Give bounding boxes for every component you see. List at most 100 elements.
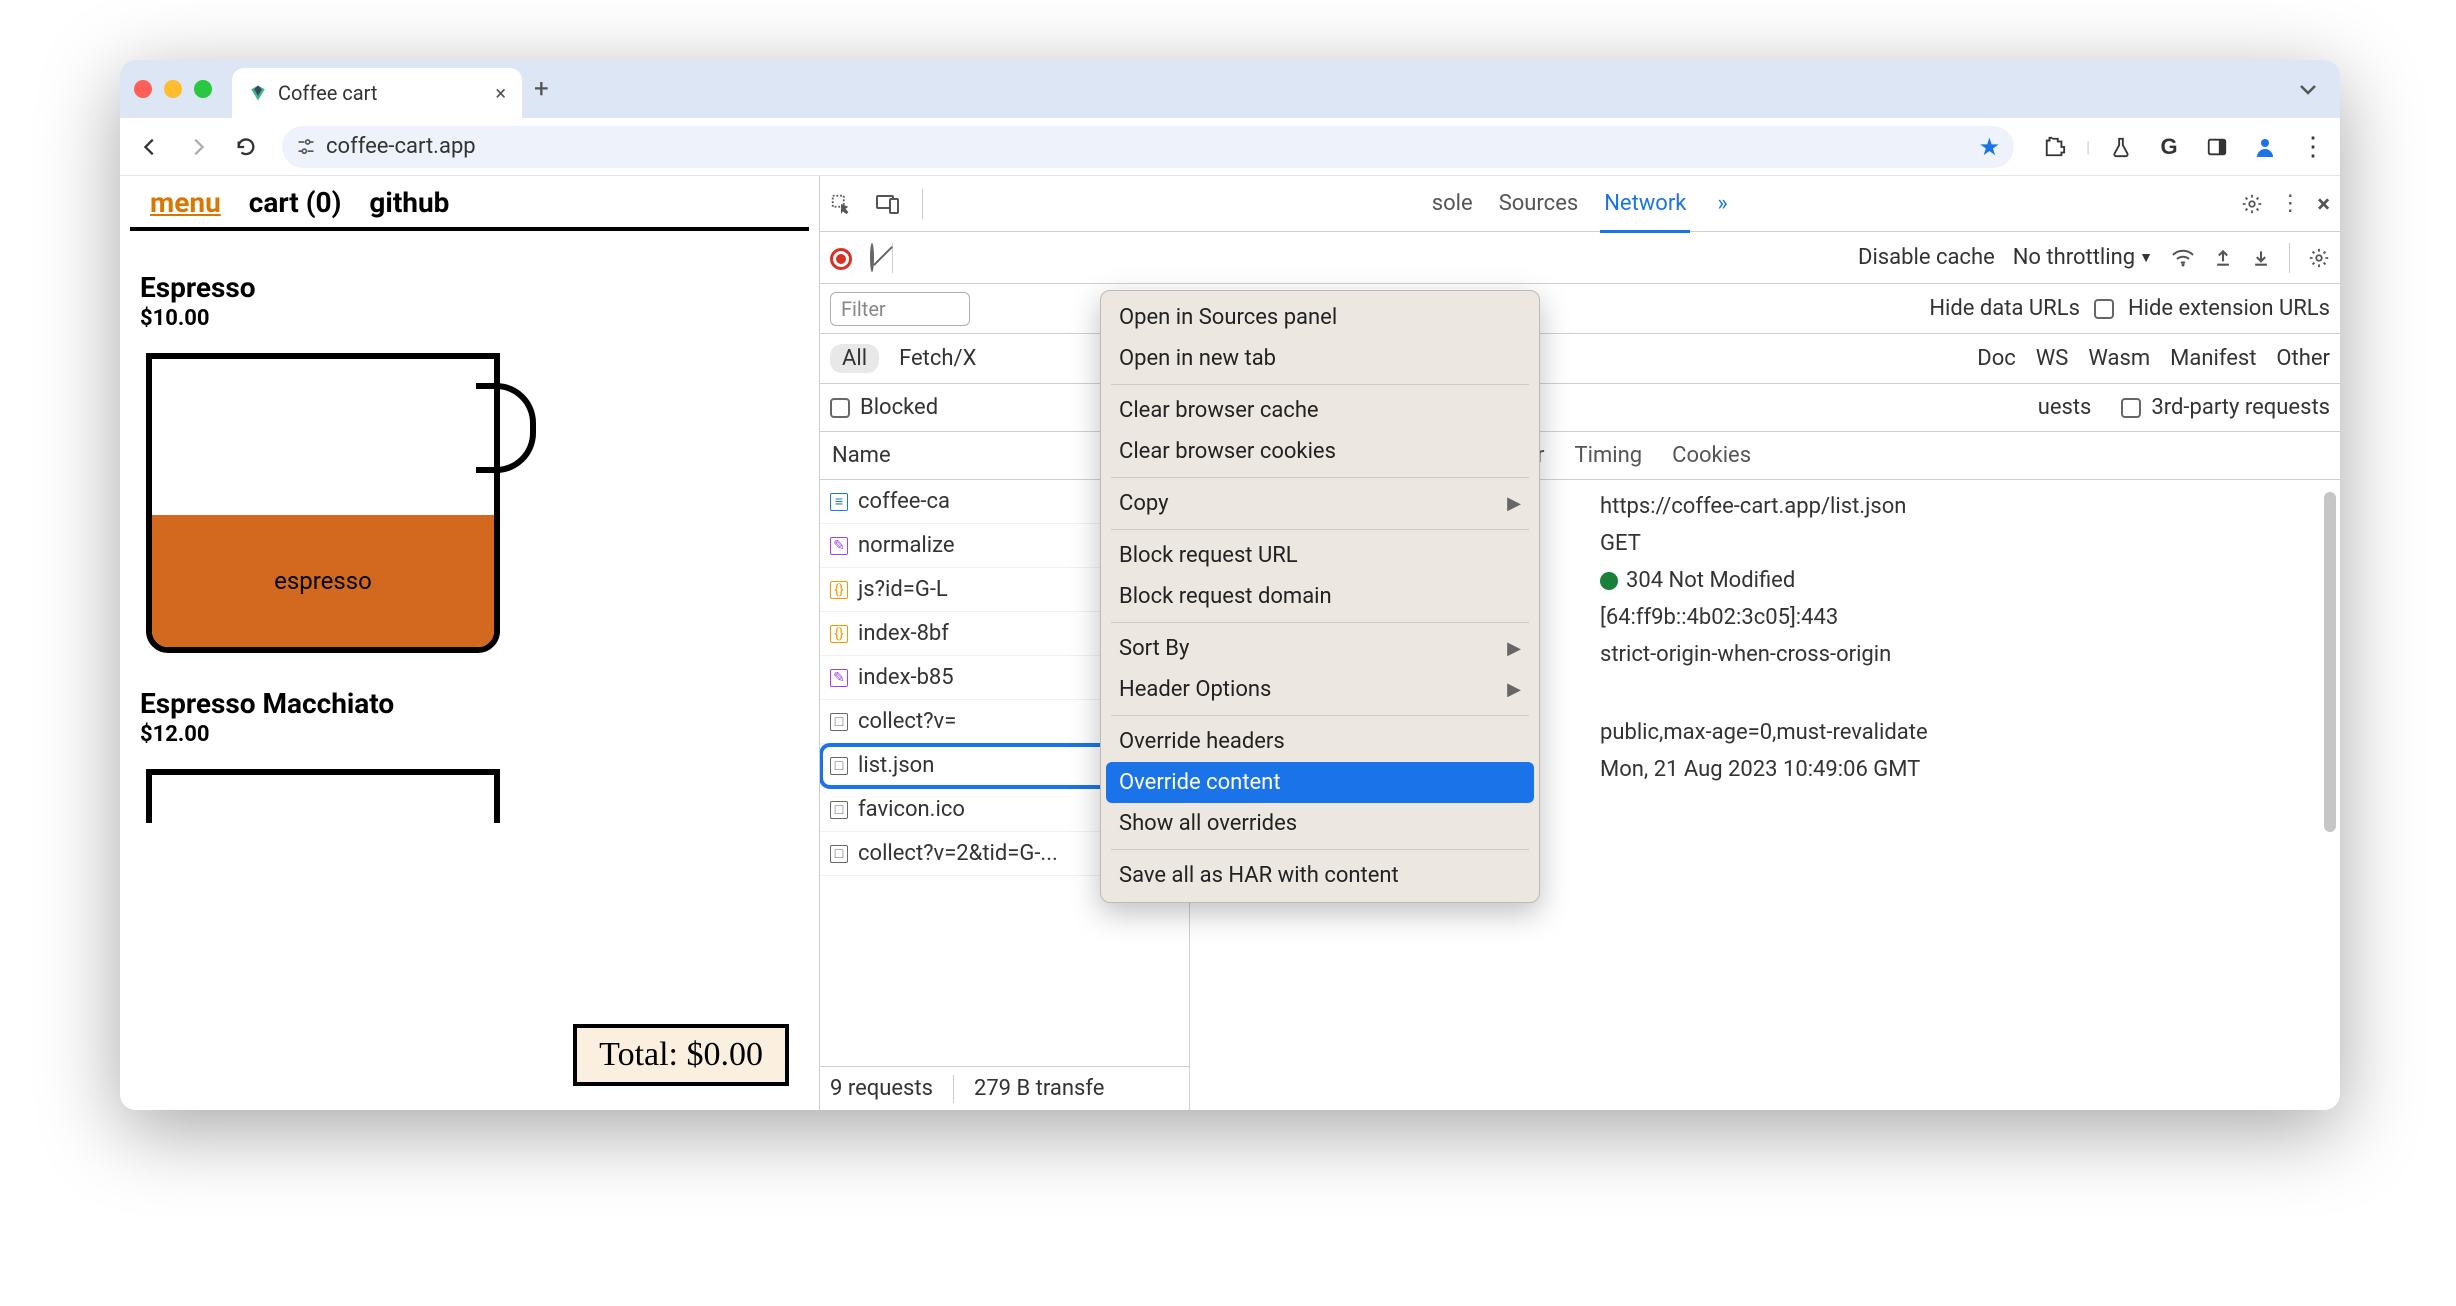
close-devtools-button[interactable]: × xyxy=(2317,190,2330,218)
maximize-window-button[interactable] xyxy=(194,80,212,98)
date-value: Mon, 21 Aug 2023 10:49:06 GMT xyxy=(1600,757,2328,782)
request-url-value: https://coffee-cart.app/list.json xyxy=(1600,494,2328,519)
chevron-right-icon: ▶ xyxy=(1507,679,1521,700)
filter-fetch[interactable]: Fetch/X xyxy=(899,346,976,371)
ctx-block-url[interactable]: Block request URL xyxy=(1101,535,1539,576)
device-toolbar-icon[interactable] xyxy=(876,194,904,214)
nav-cart-link[interactable]: cart (0) xyxy=(249,186,342,219)
scrollbar[interactable] xyxy=(2324,492,2336,832)
request-list-footer: 9 requests 279 B transfe xyxy=(820,1066,1189,1110)
network-toolbar: Disable cache No throttling ▼ xyxy=(820,232,2340,284)
browser-toolbar-icons: | G ⋮ xyxy=(2038,130,2330,164)
tab-cookies[interactable]: Cookies xyxy=(1672,443,1751,468)
filter-all[interactable]: All xyxy=(830,344,879,373)
site-settings-icon[interactable] xyxy=(296,137,316,157)
ctx-open-sources[interactable]: Open in Sources panel xyxy=(1101,297,1539,338)
side-panel-icon[interactable] xyxy=(2200,130,2234,164)
tab-search-button[interactable] xyxy=(2290,71,2326,107)
record-button[interactable] xyxy=(830,245,852,270)
ctx-override-content[interactable]: Override content xyxy=(1106,762,1534,803)
ctx-clear-cache[interactable]: Clear browser cache xyxy=(1101,390,1539,431)
uests-label: uests xyxy=(2038,395,2092,420)
tab-network[interactable]: Network xyxy=(1600,191,1690,233)
tab-console[interactable]: sole xyxy=(1428,191,1477,216)
inspect-icon[interactable] xyxy=(830,193,858,215)
page-body: Espresso $10.00 espresso Espresso Macchi… xyxy=(120,231,819,843)
hide-data-urls-label[interactable]: Hide data URLs xyxy=(1929,296,2080,321)
filter-other[interactable]: Other xyxy=(2276,346,2330,371)
url-bar-row: coffee-cart.app ★ | G ⋮ xyxy=(120,118,2340,176)
page-viewport: menu cart (0) github Espresso $10.00 esp… xyxy=(120,176,820,1110)
tab-timing[interactable]: Timing xyxy=(1575,443,1643,468)
tab-title: Coffee cart xyxy=(278,81,377,105)
filter-wasm[interactable]: Wasm xyxy=(2088,346,2150,371)
address-bar[interactable]: coffee-cart.app ★ xyxy=(282,126,2014,168)
third-party-label[interactable]: 3rd-party requests xyxy=(2151,395,2330,420)
minimize-window-button[interactable] xyxy=(164,80,182,98)
filter-doc[interactable]: Doc xyxy=(1977,346,2016,371)
blocked-label[interactable]: Blocked xyxy=(860,395,938,420)
ctx-clear-cookies[interactable]: Clear browser cookies xyxy=(1101,431,1539,472)
product-title: Espresso xyxy=(140,271,799,304)
devtools-kebab-icon[interactable]: ⋮ xyxy=(2279,191,2301,216)
ctx-save-har[interactable]: Save all as HAR with content xyxy=(1101,855,1539,896)
browser-tab[interactable]: Coffee cart × xyxy=(232,68,522,118)
request-method-value: GET xyxy=(1600,531,2328,556)
back-button[interactable] xyxy=(130,127,170,167)
mug-illustration-2[interactable] xyxy=(140,763,540,823)
chevron-right-icon: ▶ xyxy=(1507,493,1521,514)
nav-github-link[interactable]: github xyxy=(369,186,449,219)
total-box[interactable]: Total: $0.00 xyxy=(573,1024,789,1086)
product-price-2: $12.00 xyxy=(140,722,799,747)
reload-button[interactable] xyxy=(226,127,266,167)
labs-icon[interactable] xyxy=(2104,130,2138,164)
download-icon[interactable] xyxy=(2251,248,2271,268)
product-title-2: Espresso Macchiato xyxy=(140,687,799,720)
ctx-override-headers[interactable]: Override headers xyxy=(1101,721,1539,762)
mug-fill-label: espresso xyxy=(274,567,372,595)
ctx-open-tab[interactable]: Open in new tab xyxy=(1101,338,1539,379)
filter-manifest[interactable]: Manifest xyxy=(2170,346,2256,371)
disable-cache-label[interactable]: Disable cache xyxy=(1858,245,1995,270)
throttling-select[interactable]: No throttling ▼ xyxy=(2013,245,2153,270)
profile-icon[interactable] xyxy=(2248,130,2282,164)
ctx-block-domain[interactable]: Block request domain xyxy=(1101,576,1539,617)
extensions-icon[interactable] xyxy=(2038,130,2072,164)
browser-window: Coffee cart × + coffee-cart.app ★ xyxy=(120,60,2340,1110)
nav-menu-link[interactable]: menu xyxy=(150,186,221,219)
url-text: coffee-cart.app xyxy=(326,134,1969,159)
ctx-show-overrides[interactable]: Show all overrides xyxy=(1101,803,1539,844)
network-columns: Name ≡coffee-ca ✎normalize {}js?id=G-L {… xyxy=(820,432,2340,1110)
mug-illustration[interactable]: espresso xyxy=(140,347,540,667)
new-tab-button[interactable]: + xyxy=(534,74,549,104)
tab-sources[interactable]: Sources xyxy=(1495,191,1583,216)
network-blocked-row: Blocked uests 3rd-party requests xyxy=(820,384,2340,432)
more-tabs-icon[interactable]: » xyxy=(1708,191,1736,216)
hide-ext-checkbox[interactable] xyxy=(2094,299,2114,319)
blocked-checkbox[interactable] xyxy=(830,398,850,418)
kebab-menu-icon[interactable]: ⋮ xyxy=(2296,130,2330,164)
network-settings-icon[interactable] xyxy=(2308,247,2330,269)
network-filter-row: Filter Hide data URLs Hide extension URL… xyxy=(820,284,2340,334)
page-nav: menu cart (0) github xyxy=(130,176,809,231)
third-party-checkbox[interactable] xyxy=(2121,398,2141,418)
referrer-policy-value: strict-origin-when-cross-origin xyxy=(1600,642,2328,667)
product-price: $10.00 xyxy=(140,306,799,331)
status-value: 304 Not Modified xyxy=(1600,568,2328,593)
filter-input[interactable]: Filter xyxy=(830,292,970,326)
google-icon[interactable]: G xyxy=(2152,130,2186,164)
settings-gear-icon[interactable] xyxy=(2241,193,2263,215)
filter-ws[interactable]: WS xyxy=(2036,346,2069,371)
network-conditions-icon[interactable] xyxy=(2171,248,2195,268)
hide-ext-label[interactable]: Hide extension URLs xyxy=(2128,296,2330,321)
forward-button[interactable] xyxy=(178,127,218,167)
close-window-button[interactable] xyxy=(134,80,152,98)
ctx-header-options[interactable]: Header Options▶ xyxy=(1101,669,1539,710)
upload-icon[interactable] xyxy=(2213,248,2233,268)
ctx-sort-by[interactable]: Sort By▶ xyxy=(1101,628,1539,669)
window-controls xyxy=(134,80,212,98)
close-tab-button[interactable]: × xyxy=(495,81,506,105)
ctx-copy[interactable]: Copy▶ xyxy=(1101,483,1539,524)
clear-button[interactable] xyxy=(870,245,874,270)
bookmark-star-icon[interactable]: ★ xyxy=(1979,133,2001,161)
